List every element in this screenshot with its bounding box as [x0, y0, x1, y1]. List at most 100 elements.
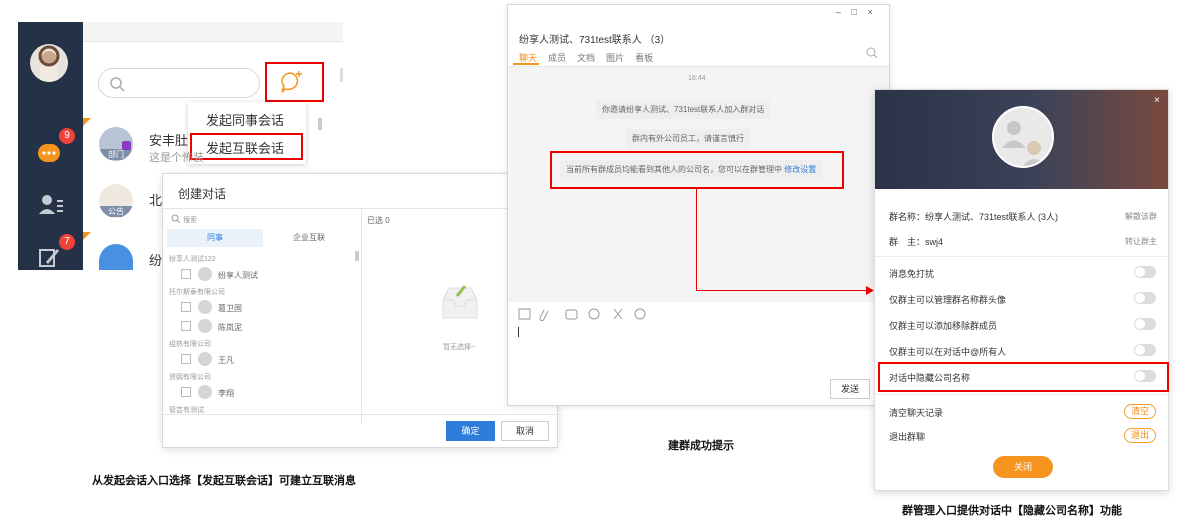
connector-line-h [696, 290, 868, 291]
member-name: 纷享人测试 [218, 271, 258, 280]
edit-icon[interactable] [38, 246, 60, 268]
search-icon[interactable] [866, 47, 877, 58]
scrollbar[interactable] [355, 251, 359, 261]
list-item-preview: 这是个怖装 [149, 152, 204, 164]
tab-underline [513, 63, 539, 65]
user-avatar[interactable] [30, 44, 68, 82]
member-name: 李翔 [218, 389, 234, 398]
member-checkbox[interactable] [181, 269, 191, 279]
highlight-company-notice [550, 151, 844, 189]
selected-count: 已选 0 [367, 216, 390, 225]
list-item[interactable]: 纷 [83, 232, 163, 270]
system-message: 你邀请纷享人测试、731test联系人加入群对话 [596, 100, 771, 119]
avatar [198, 352, 212, 366]
highlight-interconnect-item [190, 133, 303, 160]
member-name: 陈岚泥 [218, 323, 242, 332]
avatar [198, 300, 212, 314]
close-icon[interactable]: × [1154, 95, 1160, 106]
member-checkbox[interactable] [181, 321, 191, 331]
unread-badge: 7 [59, 234, 75, 250]
send-button[interactable]: 发送 [830, 379, 870, 399]
corner-marker [83, 118, 91, 126]
chat-tabs: 聊天 成员 文档 图片 看板 [519, 48, 664, 66]
cancel-button[interactable]: 取消 [501, 421, 549, 441]
clear-history-button[interactable]: 清空 [1124, 404, 1156, 419]
message-time: 16:44 [688, 75, 706, 82]
member-name: 葛卫国 [218, 304, 242, 313]
clear-history-label: 清空聊天记录 [889, 408, 944, 418]
tab-chat[interactable]: 聊天 [519, 53, 537, 63]
side-marker [340, 68, 343, 82]
system-message: 群内有外公司员工，请谨言慎行 [626, 129, 750, 148]
group-avatar[interactable] [992, 106, 1054, 168]
arrow-head-icon [866, 286, 874, 295]
member-checkbox[interactable] [181, 354, 191, 364]
owner-at-all-toggle[interactable] [1134, 344, 1156, 356]
exit-group-label: 退出群聊 [889, 432, 926, 442]
member-name: 王凡 [218, 356, 234, 365]
tab-board[interactable]: 看板 [635, 53, 653, 63]
toggle-label: 消息免打扰 [889, 269, 935, 279]
list-item[interactable]: 公告 北 [83, 172, 163, 224]
owner-manage-members-toggle[interactable] [1134, 318, 1156, 330]
tab-colleague[interactable]: 同事 [167, 229, 263, 247]
owner-manage-name-toggle[interactable] [1134, 292, 1156, 304]
search-input[interactable] [98, 68, 260, 98]
caption-right: 群管理入口提供对话中【隐藏公司名称】功能 [902, 505, 1122, 517]
group-owner: 群 主：swj4 [889, 237, 944, 247]
toggle-label: 仅群主可以添加移除群成员 [889, 321, 998, 331]
maximize-button[interactable]: □ [852, 7, 857, 17]
empty-text: 暂无选择~ [443, 344, 476, 351]
highlight-new-chat [265, 62, 324, 102]
search-icon [171, 214, 180, 223]
list-item-name: 北 [149, 193, 163, 208]
input-toolbar [518, 307, 668, 323]
tab-images[interactable]: 图片 [606, 53, 624, 63]
group-header: 托尔斯泰有限公司 [169, 289, 225, 296]
toggle-label: 仅群主可以管理群名称群头像 [889, 295, 1007, 305]
group-header: 纷享人测试122 [169, 256, 216, 263]
member-checkbox[interactable] [181, 302, 191, 312]
avatar-badge-icon [122, 141, 131, 150]
tab-members[interactable]: 成员 [548, 53, 566, 63]
connector-line-v [696, 189, 697, 290]
chat-window: – □ × 纷享人测试、731test联系人 （3） 聊天 成员 文档 图片 看板 16… [507, 4, 890, 406]
avatar [198, 385, 212, 399]
member-checkbox[interactable] [181, 387, 191, 397]
dialog-search[interactable]: 搜索 [167, 212, 357, 226]
transfer-owner-link[interactable]: 转让群主 [1125, 236, 1157, 247]
tab-enterprise[interactable]: 企业互联 [263, 229, 355, 247]
create-chat-dialog: 创建对话 搜索 已选 0 同事 企业互联 纷享人测试122 纷享人测试 托尔斯泰… [162, 173, 559, 448]
list-item[interactable]: 部门 安丰肚 这是个怖装 [83, 118, 204, 170]
minimize-button[interactable]: – [836, 7, 841, 17]
corner-marker [83, 232, 91, 240]
do-not-disturb-toggle[interactable] [1134, 266, 1156, 278]
dismiss-group-link[interactable]: 解散该群 [1125, 211, 1157, 222]
list-item-name: 纷 [149, 253, 163, 268]
scrollbar[interactable] [318, 118, 322, 130]
contacts-icon[interactable] [38, 194, 64, 216]
exit-group-button[interactable]: 退出 [1124, 428, 1156, 443]
window-controls: – □ × [836, 7, 888, 17]
confirm-button[interactable]: 确定 [446, 421, 495, 441]
main-header-strip [83, 22, 343, 42]
close-button[interactable]: × [867, 7, 872, 17]
list-item-name: 安丰肚 [149, 133, 189, 148]
group-name: 群名称：纷享人测试、731test联系人 (3人) [889, 212, 1059, 222]
caption-middle: 建群成功提示 [668, 440, 734, 452]
message-input[interactable] [518, 327, 519, 337]
close-button[interactable]: 关闭 [993, 456, 1053, 478]
cube-avatar-icon [99, 244, 133, 270]
tab-docs[interactable]: 文档 [577, 53, 595, 63]
avatar-tag: 公告 [99, 206, 133, 217]
avatar-tag: 部门 [99, 149, 133, 160]
toggle-label: 仅群主可以在对话中@所有人 [889, 347, 1007, 357]
menu-item-colleague-chat[interactable]: 发起同事会话 [206, 110, 284, 129]
chat-icon[interactable] [38, 144, 60, 162]
chat-title: 纷享人测试、731test联系人 （3） [519, 35, 671, 46]
search-icon [110, 77, 125, 92]
dialog-title: 创建对话 [178, 187, 227, 201]
avatar: 公告 [99, 184, 133, 218]
highlight-hide-company-name [878, 362, 1169, 392]
avatar [198, 267, 212, 281]
